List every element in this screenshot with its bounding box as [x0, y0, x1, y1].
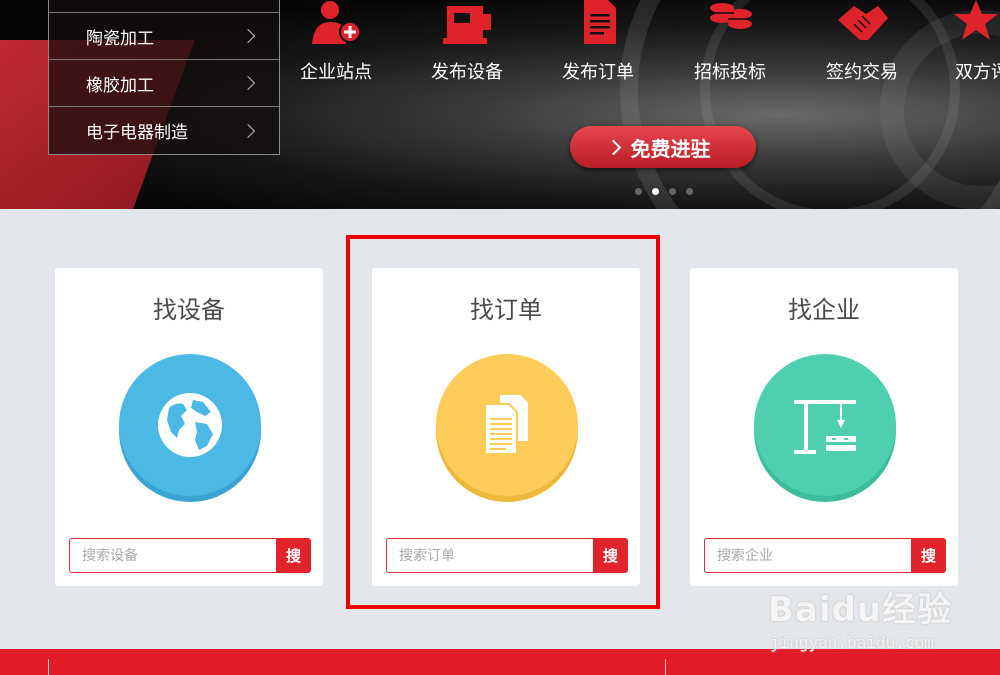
watermark-url: jingyan.baidu.com: [770, 633, 934, 652]
star-icon: [940, 0, 1000, 50]
chevron-right-icon: [240, 28, 256, 44]
card-title: 找设备: [153, 296, 225, 324]
category-item-rubber[interactable]: 橡胶加工: [49, 60, 279, 107]
equipment-search-input[interactable]: [69, 538, 276, 573]
feature-bidding[interactable]: 招标投标: [675, 0, 785, 84]
free-join-button[interactable]: 免费进驻: [570, 126, 756, 168]
find-equipment-card: 找设备 搜: [55, 268, 323, 586]
footer-divider: [48, 659, 49, 675]
feature-label: 企业站点: [300, 62, 372, 83]
find-order-card: 找订单 搜: [372, 268, 640, 586]
footer-divider: [665, 659, 666, 675]
carousel-dot[interactable]: [669, 188, 676, 195]
feature-enterprise-site[interactable]: 企业站点: [281, 0, 391, 84]
equipment-search: 搜: [69, 538, 311, 573]
globe-icon[interactable]: [119, 354, 261, 496]
free-join-label: 免费进驻: [630, 136, 711, 161]
carousel-dot[interactable]: [686, 188, 693, 195]
coins-stack-icon: [675, 0, 785, 50]
category-label: 陶瓷加工: [86, 28, 154, 49]
baidu-watermark: Baidu经验 jingyan.baidu.com: [768, 582, 988, 652]
equipment-search-button[interactable]: 搜: [276, 538, 311, 573]
feature-label: 发布设备: [431, 62, 503, 83]
carousel-dot-active[interactable]: [652, 188, 659, 195]
find-company-card: 找企业 搜: [690, 268, 958, 586]
handshake-icon: [807, 0, 917, 50]
feature-label: 发布订单: [562, 62, 634, 83]
feature-mutual-rating[interactable]: 双方评: [940, 0, 1000, 84]
feature-label: 招标投标: [694, 62, 766, 83]
category-label: 橡胶加工: [86, 75, 154, 96]
machine-icon: [412, 0, 522, 50]
order-search-button[interactable]: 搜: [593, 538, 628, 573]
category-item[interactable]: [49, 0, 279, 13]
chevron-right-icon: [240, 75, 256, 91]
feature-label: 双方评: [955, 62, 1000, 83]
category-label: 电子电器制造: [86, 123, 188, 143]
crane-icon[interactable]: [754, 354, 896, 496]
company-search-button[interactable]: 搜: [911, 538, 946, 573]
chevron-right-icon: [240, 123, 256, 138]
footer-bar: [0, 649, 1000, 675]
order-search-input[interactable]: [386, 538, 593, 573]
watermark-main: Baidu经验: [768, 590, 953, 630]
document-icon: [543, 0, 653, 50]
feature-publish-order[interactable]: 发布订单: [543, 0, 653, 84]
feature-sign-contract[interactable]: 签约交易: [807, 0, 917, 84]
feature-publish-equipment[interactable]: 发布设备: [412, 0, 522, 84]
category-item-ceramic[interactable]: 陶瓷加工: [49, 13, 279, 60]
category-item-electronics[interactable]: 电子电器制造: [49, 107, 279, 154]
order-search: 搜: [386, 538, 628, 573]
category-menu: 陶瓷加工 橡胶加工 电子电器制造: [48, 0, 280, 155]
card-title: 找订单: [470, 296, 542, 324]
company-search: 搜: [704, 538, 946, 573]
card-title: 找企业: [788, 296, 860, 324]
company-search-input[interactable]: [704, 538, 911, 573]
carousel-dots: [635, 188, 693, 195]
hero-banner: 陶瓷加工 橡胶加工 电子电器制造 企业站点 发布设备 发布订单 招标投标 签约交…: [0, 0, 1000, 209]
add-user-icon: [281, 0, 391, 50]
carousel-dot[interactable]: [635, 188, 642, 195]
feature-label: 签约交易: [826, 62, 898, 83]
documents-icon[interactable]: [436, 354, 578, 496]
chevron-right-icon: [605, 139, 621, 155]
